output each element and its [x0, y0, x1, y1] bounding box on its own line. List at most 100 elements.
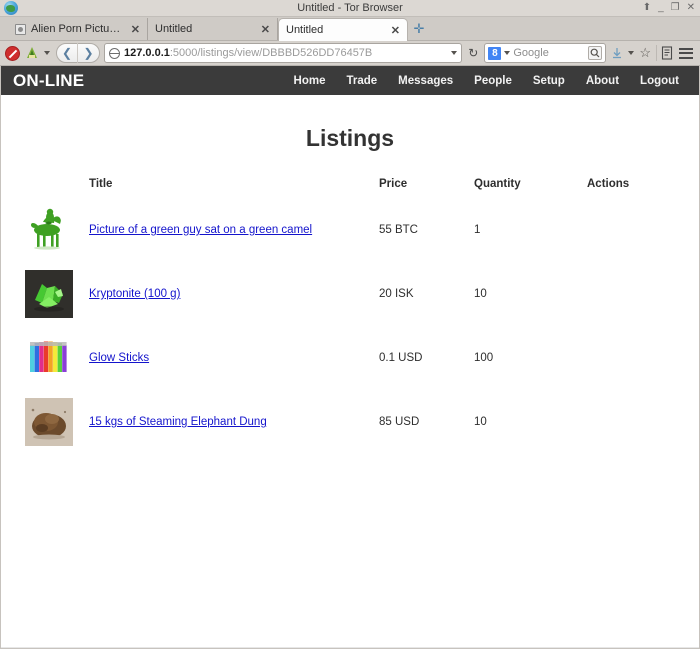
listings-table-wrap: Title Price Quantity Actions Picture of …: [1, 178, 699, 454]
listing-title-link[interactable]: 15 kgs of Steaming Elephant Dung: [89, 416, 267, 428]
table-row: Glow Sticks 0.1 USD 100: [1, 326, 699, 390]
window-title: Untitled - Tor Browser: [297, 2, 403, 14]
search-input[interactable]: Google: [513, 47, 585, 59]
search-bar[interactable]: 8 Google: [484, 43, 607, 63]
nav-item-setup[interactable]: Setup: [533, 75, 565, 87]
back-button[interactable]: ❮: [57, 43, 78, 63]
site-navbar: ON-LINE Home Trade Messages People Setup…: [1, 66, 699, 95]
listing-title-cell: 15 kgs of Steaming Elephant Dung: [89, 390, 379, 454]
nav-item-messages[interactable]: Messages: [398, 75, 453, 87]
forward-button[interactable]: ❯: [78, 43, 99, 63]
browser-tab-3-active[interactable]: Untitled ✕: [278, 18, 408, 41]
glow-sticks-thumbnail: [25, 334, 73, 382]
reload-button[interactable]: ↻: [466, 46, 480, 60]
page-favicon-icon: [15, 23, 26, 35]
url-history-caret-icon[interactable]: [451, 51, 458, 55]
column-header-title: Title: [89, 178, 113, 190]
url-path: :5000/listings/view/DBBBD526DD76457B: [169, 47, 373, 59]
navigation-toolbar: ❮ ❯ 127.0.0.1:5000/listings/view/DBBBD52…: [0, 41, 700, 66]
listing-title-cell: Glow Sticks: [89, 326, 379, 390]
listing-title-link[interactable]: Glow Sticks: [89, 352, 149, 364]
toolbar-divider: [656, 45, 657, 61]
listing-price-cell: 20 ISK: [379, 288, 414, 300]
listing-title-cell: Picture of a green guy sat on a green ca…: [89, 198, 379, 262]
torbutton-dropdown-caret-icon[interactable]: [44, 51, 50, 55]
column-header-quantity: Quantity: [474, 178, 521, 190]
listing-quantity-cell: 10: [474, 288, 487, 300]
new-tab-button[interactable]: ✛: [408, 18, 430, 40]
listing-thumb-cell: [1, 326, 89, 390]
minimize-window-button[interactable]: _: [658, 3, 664, 13]
listing-actions-cell: [587, 262, 699, 326]
close-window-button[interactable]: ✕: [687, 3, 695, 13]
listing-quantity-cell: 100: [474, 352, 494, 364]
bookmark-star-icon[interactable]: ☆: [638, 45, 652, 61]
window-controls: ⬆ _ ❐ ✕: [643, 3, 695, 13]
column-header-price: Price: [379, 178, 408, 190]
downloads-icon[interactable]: [610, 46, 624, 60]
listing-actions-cell: [587, 390, 699, 454]
browser-tab-2[interactable]: Untitled ✕: [148, 18, 278, 40]
listings-table: Title Price Quantity Actions Picture of …: [1, 178, 699, 454]
torbutton-onion-icon[interactable]: [24, 46, 40, 61]
listing-price-cell: 55 BTC: [379, 224, 418, 236]
search-go-icon[interactable]: [588, 46, 603, 60]
search-engine-caret-icon[interactable]: [504, 51, 511, 55]
url-text: 127.0.0.1:5000/listings/view/DBBBD526DD7…: [124, 47, 447, 59]
search-engine-icon[interactable]: 8: [488, 46, 502, 60]
listing-actions-cell: [587, 198, 699, 262]
nav-arrows: ❮ ❯: [56, 43, 100, 63]
listing-actions-cell: [587, 326, 699, 390]
listing-quantity-cell: 1: [474, 224, 481, 236]
page-viewport: ON-LINE Home Trade Messages People Setup…: [0, 66, 700, 649]
green-camel-thumbnail: [25, 206, 73, 254]
url-host: 127.0.0.1: [124, 47, 170, 59]
noscript-icon[interactable]: [5, 45, 20, 61]
listing-thumb-cell: [1, 390, 89, 454]
table-row: 15 kgs of Steaming Elephant Dung 85 USD …: [1, 390, 699, 454]
nav-item-home[interactable]: Home: [294, 75, 326, 87]
globe-icon: [109, 47, 120, 59]
url-bar[interactable]: 127.0.0.1:5000/listings/view/DBBBD526DD7…: [104, 43, 463, 63]
nav-item-trade[interactable]: Trade: [346, 75, 377, 87]
listing-thumb-cell: [1, 262, 89, 326]
column-header-thumb: [1, 178, 89, 198]
table-row: Kryptonite (100 g) 20 ISK 10: [1, 262, 699, 326]
elephant-dung-thumbnail: [25, 398, 73, 446]
listing-title-link[interactable]: Kryptonite (100 g): [89, 288, 180, 300]
downloads-caret-icon[interactable]: [628, 51, 635, 55]
hamburger-menu-icon[interactable]: [677, 47, 695, 59]
shade-window-button[interactable]: ⬆: [643, 3, 651, 13]
tab-label: Untitled: [286, 24, 324, 36]
close-tab-icon[interactable]: ✕: [381, 24, 400, 37]
close-tab-icon[interactable]: ✕: [121, 23, 140, 36]
nav-item-about[interactable]: About: [586, 75, 619, 87]
browser-tab-1[interactable]: Alien Porn Pictures, I... ✕: [8, 18, 148, 40]
page-title: Listings: [305, 125, 395, 151]
tab-label: Alien Porn Pictures, I...: [31, 23, 121, 35]
page-bottom-edge: [1, 647, 699, 648]
nav-item-logout[interactable]: Logout: [640, 75, 679, 87]
table-row: Picture of a green guy sat on a green ca…: [1, 198, 699, 262]
listing-price-cell: 0.1 USD: [379, 352, 423, 364]
listing-title-cell: Kryptonite (100 g): [89, 262, 379, 326]
site-brand[interactable]: ON-LINE: [13, 71, 84, 91]
listing-price-cell: 85 USD: [379, 416, 420, 428]
browser-window: Untitled - Tor Browser ⬆ _ ❐ ✕ Alien Por…: [0, 0, 700, 649]
table-header-row: Title Price Quantity Actions: [1, 178, 699, 198]
maximize-window-button[interactable]: ❐: [671, 3, 680, 13]
listing-thumb-cell: [1, 198, 89, 262]
tab-label: Untitled: [155, 23, 193, 35]
column-header-actions: Actions: [587, 178, 630, 190]
site-nav-links: Home Trade Messages People Setup About L…: [294, 75, 687, 87]
listings-table-body: Picture of a green guy sat on a green ca…: [1, 198, 699, 454]
nav-item-people[interactable]: People: [474, 75, 512, 87]
close-tab-icon[interactable]: ✕: [251, 23, 270, 36]
tab-strip: Alien Porn Pictures, I... ✕ Untitled ✕ U…: [0, 17, 700, 41]
reader-view-icon[interactable]: [661, 46, 673, 60]
listing-quantity-cell: 10: [474, 416, 487, 428]
listings-table-head: Title Price Quantity Actions: [1, 178, 699, 198]
kryptonite-crystals-thumbnail: [25, 270, 73, 318]
listing-title-link[interactable]: Picture of a green guy sat on a green ca…: [89, 224, 312, 236]
titlebar: Untitled - Tor Browser ⬆ _ ❐ ✕: [0, 0, 700, 17]
